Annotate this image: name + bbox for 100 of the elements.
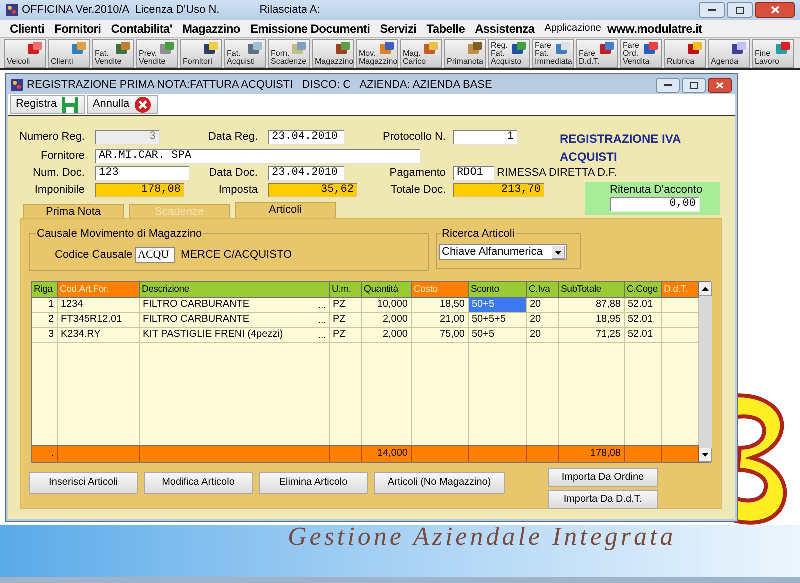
input-field[interactable]: 123 [95,166,190,181]
table-cell: 10,000 [362,298,412,313]
input-field[interactable]: AR.MI.CAR. SPA [95,149,421,164]
scroll-down-icon[interactable] [699,448,712,462]
scroll-up-icon[interactable] [699,282,712,296]
input-field[interactable]: RDO1 [453,166,495,181]
table-cell: FILTRO CARBURANTE [143,313,250,327]
table-cell: PZ [330,328,362,343]
toolbar-button[interactable]: Primanota [444,38,486,68]
table-cell: FILTRO CARBURANTE [143,298,250,312]
search-dropdown[interactable]: Chiave Alfanumerica [439,244,567,260]
minimize-button[interactable] [656,78,680,92]
website-link[interactable]: www.modulatre.it [607,20,702,38]
import-button[interactable]: Importa Da Ordine [548,468,658,487]
table-cell: 50+5 [469,298,527,313]
input-field[interactable]: 23.04.2010 [268,166,345,181]
close-button[interactable] [708,78,732,92]
tile-icon [511,42,527,54]
save-button[interactable]: Registra [10,95,85,114]
table-cell: 18,50 [412,298,469,313]
column-header[interactable]: U.m. [330,282,362,298]
field-label: Fornitore [40,149,85,164]
table-cell: 2,000 [362,328,412,343]
dropdown-arrow-icon [552,246,565,258]
import-button[interactable]: Importa Da D.d.T. [548,490,658,509]
app-label: Applicazione [544,22,602,36]
input-field[interactable]: 23.04.2010 [268,130,345,145]
tile-icon [423,42,439,54]
toolbar-button[interactable]: Magazzino [312,38,354,68]
scrollbar[interactable] [699,282,712,462]
menu-item[interactable]: Servizi [380,20,417,38]
total-cell [527,446,559,462]
cancel-button[interactable]: Annulla [86,95,158,114]
total-cell [412,446,469,462]
toolbar-button[interactable]: Mag. Carico [400,38,442,68]
withholding-label: Ritenuta D'acconto [610,184,704,197]
toolbar-button[interactable]: Fat. Acquisti [224,38,266,68]
toolbar-button[interactable]: Agenda [708,38,750,68]
column-header[interactable]: SubTotale [559,282,625,298]
action-button[interactable]: Elimina Articolo [259,472,368,494]
menu-item[interactable]: Assistenza [475,20,535,38]
tab[interactable]: Articoli [235,202,336,218]
toolbar-button[interactable]: Prev. Vendite [136,38,178,68]
toolbar-button[interactable]: Fornitori [180,38,222,68]
total-cell [330,446,362,462]
toolbar-button[interactable]: Veicoli [4,38,46,68]
maximize-button[interactable] [727,2,753,18]
column-header[interactable]: Sconto [469,282,527,298]
toolbar-button[interactable]: Reg. Fat. Acquisto [488,38,530,68]
action-button[interactable]: Articoli (No Magazzino) [374,472,505,494]
input-field[interactable]: 1 [453,130,518,145]
table-cell [662,298,699,313]
table-cell: 52.01 [625,298,662,313]
toolbar-button[interactable]: Mov. Magazzino [356,38,398,68]
table-cell: 87,88 [559,298,625,313]
toolbar-button[interactable]: Fat. Vendite [92,38,134,68]
column-header[interactable]: Riga [32,282,58,298]
menu-item[interactable]: Tabelle [426,20,466,38]
close-button[interactable] [755,2,795,18]
table-cell: PZ [330,298,362,313]
input-field[interactable]: 213,70 [453,183,545,198]
menu-item[interactable]: Contabilita' [111,20,172,38]
tab[interactable]: Prima Nota [23,204,124,218]
action-button[interactable]: Inserisci Articoli [29,472,138,494]
menu-item[interactable]: Fornitori [54,20,102,38]
column-header[interactable]: Quantità [362,282,412,298]
column-header[interactable]: C.Coge [625,282,662,298]
toolbar-button[interactable]: Fare Fat. Immediata [532,38,574,68]
column-header[interactable]: Descrizione [140,282,330,298]
section-heading: REGISTRAZIONE IVA ACQUISTI [560,131,682,166]
table-cell: 1 [32,298,58,313]
menu-item[interactable]: Emissione Documenti [250,20,370,38]
menu-item[interactable]: Magazzino [182,20,240,38]
toolbar-button[interactable]: Fine Lavoro [752,38,794,68]
minimize-button[interactable] [699,2,725,18]
field-label: Imposta [218,183,258,198]
toolbar-button[interactable]: Rubrica [664,38,706,68]
code-field[interactable]: ACQU [135,247,175,264]
toolbar-button[interactable]: Fare D.d.T. [576,38,618,68]
table-cell: 50+5+5 [469,313,527,328]
lookup-button[interactable]: ... [318,313,326,327]
lookup-button[interactable]: ... [318,328,326,342]
withholding-field[interactable]: 0,00 [610,197,700,212]
field-label: Numero Reg. [18,130,85,146]
toolbar-button[interactable]: Forn. Scadenze [268,38,310,68]
lookup-button[interactable]: ... [318,298,326,312]
total-cell: 178,08 [559,446,625,462]
table-cell: K234.RY [58,328,140,343]
input-field[interactable]: 178,08 [95,183,185,198]
toolbar-button[interactable]: Clienti [48,38,90,68]
table-cell [662,313,699,328]
maximize-button[interactable] [682,78,706,92]
input-field[interactable]: 35,62 [268,183,358,198]
column-header[interactable]: C.Iva [527,282,559,298]
table-cell: 75,00 [412,328,469,343]
toolbar-button[interactable]: Fare Ord. Vendita [620,38,662,68]
close-icon [716,82,724,88]
menu-item[interactable]: Clienti [10,20,45,38]
field-label: Pagamento [388,166,446,182]
action-button[interactable]: Modifica Articolo [144,472,253,494]
